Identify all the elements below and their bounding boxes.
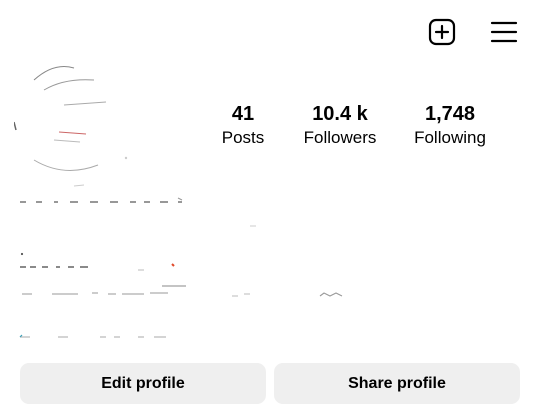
followers-stat[interactable]: 10.4 k Followers: [292, 102, 388, 149]
new-post-button[interactable]: [426, 16, 458, 48]
following-label: Following: [414, 128, 486, 147]
followers-label: Followers: [303, 128, 377, 147]
posts-stat[interactable]: 41 Posts: [208, 102, 278, 149]
followers-count: 10.4 k: [312, 103, 368, 125]
redacted-bio: [18, 190, 378, 340]
posts-label: Posts: [221, 128, 265, 147]
plus-square-icon: [428, 18, 456, 46]
share-profile-button[interactable]: Share profile: [274, 363, 520, 404]
redacted-avatar-image: [14, 66, 128, 187]
edit-profile-button[interactable]: Edit profile: [20, 363, 266, 404]
profile-stats: 41 Posts 10.4 k Followers 1,748 Followin…: [208, 102, 498, 149]
hamburger-menu-icon: [490, 21, 518, 43]
menu-button[interactable]: [488, 16, 520, 48]
following-count: 1,748: [424, 103, 476, 125]
redacted-bio-text: [19, 197, 343, 338]
header-actions: [426, 16, 520, 48]
avatar[interactable]: [14, 60, 144, 190]
profile-actions: Edit profile Share profile: [20, 363, 520, 404]
posts-count: 41: [231, 103, 255, 125]
following-stat[interactable]: 1,748 Following: [402, 102, 498, 149]
